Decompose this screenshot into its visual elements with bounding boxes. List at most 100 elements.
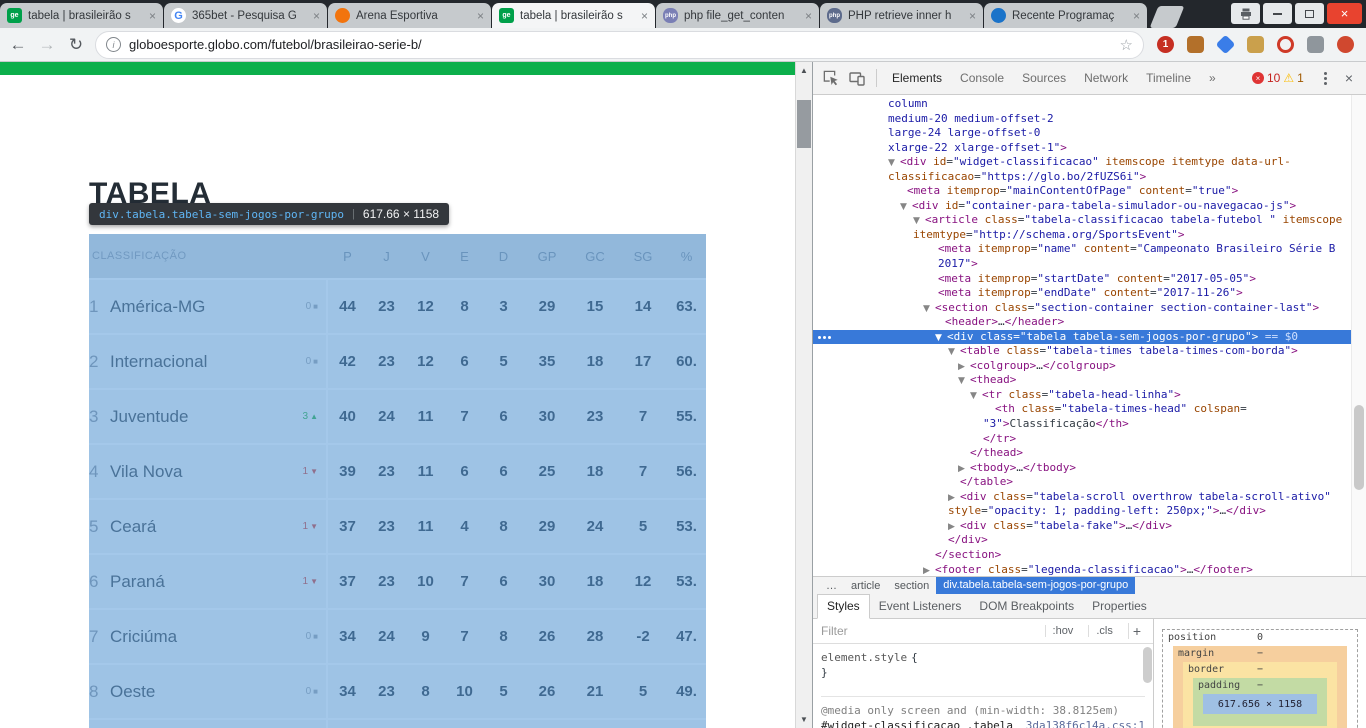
table-row[interactable]: 7Criciúma0■34249782628-247. — [89, 608, 706, 663]
code-line[interactable]: ▼<div id="widget-classificacao" itemscop… — [813, 155, 1366, 170]
team-name[interactable]: Ceará — [110, 517, 303, 537]
reload-button[interactable]: ↻ — [66, 35, 86, 55]
sidebar-tab[interactable]: Styles — [817, 594, 870, 619]
forward-button[interactable]: → — [37, 35, 57, 55]
table-row[interactable]: 5Ceará1▼372311482924553. — [89, 498, 706, 553]
code-line[interactable]: <th class="tabela-times-head" colspan= — [813, 402, 1366, 417]
breadcrumb-item[interactable]: article — [844, 580, 887, 592]
sidebar-tab[interactable]: DOM Breakpoints — [970, 595, 1083, 618]
extension-icon[interactable] — [1307, 36, 1324, 53]
sidebar-tab[interactable]: Event Listeners — [870, 595, 971, 618]
table-row[interactable]: 6Paraná1▼3723107630181253. — [89, 553, 706, 608]
extension-icon[interactable] — [1337, 36, 1354, 53]
new-style-rule-button[interactable]: + — [1128, 623, 1145, 639]
expand-arrow-closed-icon[interactable]: ▶ — [948, 491, 960, 506]
close-button[interactable]: × — [1327, 3, 1362, 24]
tab-close-icon[interactable]: × — [641, 9, 648, 23]
stylesheet-link[interactable]: 3da138f6c14a.css:1 — [1026, 718, 1145, 728]
code-line[interactable]: <meta itemprop="mainContentOfPage" conte… — [813, 184, 1366, 199]
team-name[interactable]: Juventude — [110, 407, 303, 427]
breadcrumb-item[interactable]: … — [819, 580, 844, 592]
more-tabs-chevron[interactable]: » — [1202, 62, 1223, 94]
expand-arrow-open-icon[interactable]: ▼ — [935, 331, 947, 346]
url-text[interactable]: globoesporte.globo.com/futebol/brasileir… — [129, 37, 1112, 52]
browser-tab[interactable]: ge tabela | brasileirão s × — [0, 3, 163, 28]
scrollbar-thumb[interactable] — [797, 100, 811, 148]
expand-arrow-open-icon[interactable]: ▼ — [900, 200, 912, 215]
code-line[interactable]: <meta itemprop="endDate" content="2017-1… — [813, 286, 1366, 301]
devtools-tab[interactable]: Timeline — [1139, 62, 1198, 94]
toggle-classes-button[interactable]: .cls — [1088, 625, 1120, 637]
devtools-tab[interactable]: Elements — [885, 62, 949, 94]
devtools-tab[interactable]: Network — [1077, 62, 1135, 94]
extension-icon[interactable] — [1216, 35, 1236, 55]
code-line[interactable]: </tr> — [813, 432, 1366, 447]
devtools-menu-icon[interactable] — [1324, 77, 1327, 80]
code-line[interactable]: ▶<footer class="legenda-classificacao">…… — [813, 563, 1366, 577]
extension-icon[interactable] — [1247, 36, 1264, 53]
team-name[interactable]: Internacional — [110, 352, 306, 372]
browser-tab[interactable]: Recente Programaç × — [984, 3, 1147, 28]
expand-arrow-closed-icon[interactable]: ▶ — [958, 462, 970, 477]
code-line[interactable]: ▶<div class="tabela-fake">…</div> — [813, 519, 1366, 534]
code-line[interactable]: <header>…</header> — [813, 315, 1366, 330]
team-name[interactable]: Paraná — [110, 572, 303, 592]
tab-close-icon[interactable]: × — [313, 9, 320, 23]
toggle-hover-state-button[interactable]: :hov — [1045, 625, 1081, 637]
expand-arrow-open-icon[interactable]: ▼ — [913, 214, 925, 229]
browser-tab[interactable]: php php file_get_conten × — [656, 3, 819, 28]
code-line[interactable]: ▶<colgroup>…</colgroup> — [813, 359, 1366, 374]
device-toolbar-button[interactable] — [846, 67, 868, 89]
code-line[interactable]: ▶<div class="tabela-scroll overthrow tab… — [813, 490, 1366, 505]
devtools-tab[interactable]: Sources — [1015, 62, 1073, 94]
address-bar[interactable]: i globoesporte.globo.com/futebol/brasile… — [95, 31, 1144, 59]
sidebar-tab[interactable]: Properties — [1083, 595, 1156, 618]
browser-tab[interactable]: php PHP retrieve inner h × — [820, 3, 983, 28]
css-selector[interactable]: #widget-classificacao .tabela — [821, 718, 1018, 728]
expand-arrow-closed-icon[interactable]: ▶ — [958, 360, 970, 375]
table-row[interactable]: 3Juventude3▲402411763023755. — [89, 388, 706, 443]
code-line[interactable]: itemtype="http://schema.org/SportsEvent"… — [813, 228, 1366, 243]
expand-arrow-open-icon[interactable]: ▼ — [888, 156, 900, 171]
team-name[interactable]: Vila Nova — [110, 462, 303, 482]
print-button[interactable] — [1231, 3, 1260, 24]
code-line[interactable]: xlarge-22 xlarge-offset-1"> — [813, 141, 1366, 156]
team-name[interactable]: Oeste — [110, 682, 306, 702]
code-line[interactable]: <meta itemprop="startDate" content="2017… — [813, 272, 1366, 287]
code-line[interactable]: ▼<div id="container-para-tabela-simulado… — [813, 199, 1366, 214]
minimize-button[interactable] — [1263, 3, 1292, 24]
code-line[interactable]: ▼<div class="tabela tabela-sem-jogos-por… — [813, 330, 1366, 345]
expand-arrow-open-icon[interactable]: ▼ — [923, 302, 935, 317]
devtools-tab[interactable]: Console — [953, 62, 1011, 94]
code-line[interactable]: </table> — [813, 475, 1366, 490]
table-row[interactable]: 9Londrina0■33239683632447. — [89, 718, 706, 728]
breadcrumb-item-selected[interactable]: div.tabela.tabela-sem-jogos-por-grupo — [936, 577, 1135, 594]
scrollbar-down-arrow[interactable]: ▼ — [796, 711, 812, 728]
code-line[interactable]: "3">Classificação</th> — [813, 417, 1366, 432]
tab-close-icon[interactable]: × — [149, 9, 156, 23]
more-actions-icon[interactable] — [818, 336, 821, 339]
new-tab-button[interactable] — [1150, 6, 1185, 28]
code-line[interactable]: </section> — [813, 548, 1366, 563]
code-line[interactable]: ▼<article class="tabela-classificacao ta… — [813, 213, 1366, 228]
bookmark-star-icon[interactable]: ☆ — [1120, 36, 1133, 54]
back-button[interactable]: ← — [8, 35, 28, 55]
expand-arrow-open-icon[interactable]: ▼ — [970, 389, 982, 404]
code-line[interactable]: 2017"> — [813, 257, 1366, 272]
code-line[interactable]: ▶<tbody>…</tbody> — [813, 461, 1366, 476]
table-row[interactable]: 2Internacional0■4223126535181760. — [89, 333, 706, 388]
tab-close-icon[interactable]: × — [477, 9, 484, 23]
styles-scrollbar-thumb[interactable] — [1143, 647, 1152, 683]
code-line[interactable]: <meta itemprop="name" content="Campeonat… — [813, 242, 1366, 257]
expand-arrow-closed-icon[interactable]: ▶ — [923, 564, 935, 577]
scrollbar-up-arrow[interactable]: ▲ — [796, 62, 812, 79]
tree-scrollbar-thumb[interactable] — [1354, 405, 1364, 490]
inspect-element-button[interactable] — [820, 67, 842, 89]
table-row[interactable]: 4Vila Nova1▼392311662518756. — [89, 443, 706, 498]
expand-arrow-open-icon[interactable]: ▼ — [958, 374, 970, 389]
tab-close-icon[interactable]: × — [805, 9, 812, 23]
code-line[interactable]: style="opacity: 1; padding-left: 250px;"… — [813, 504, 1366, 519]
tab-close-icon[interactable]: × — [1133, 9, 1140, 23]
code-line[interactable]: medium-20 medium-offset-2 — [813, 112, 1366, 127]
expand-arrow-open-icon[interactable]: ▼ — [948, 345, 960, 360]
